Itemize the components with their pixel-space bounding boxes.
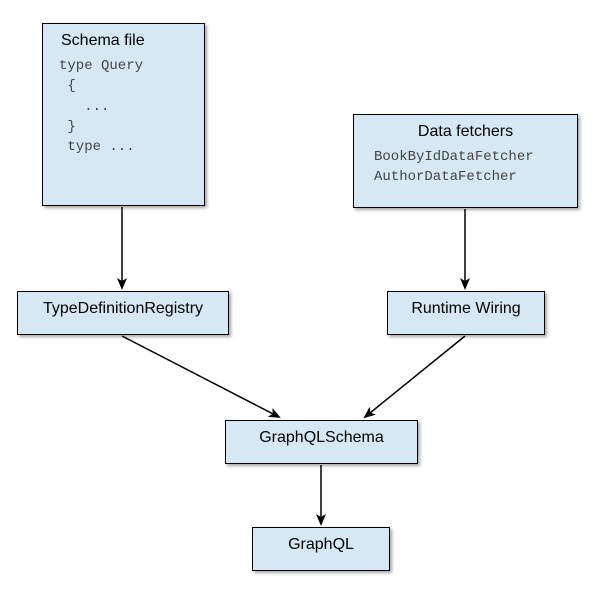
runtime-wiring-title: Runtime Wiring <box>388 292 544 324</box>
graphql-box: GraphQL <box>252 527 390 571</box>
schema-file-title: Schema file <box>43 24 204 56</box>
type-definition-registry-box: TypeDefinitionRegistry <box>17 291 229 335</box>
data-fetchers-box: Data fetchers BookByIdDataFetcher Author… <box>353 114 578 208</box>
schema-file-code: type Query { ... } type ... <box>43 56 204 167</box>
graphql-schema-title: GraphQLSchema <box>226 421 417 453</box>
graphql-schema-box: GraphQLSchema <box>225 420 418 464</box>
type-definition-registry-title: TypeDefinitionRegistry <box>18 292 228 324</box>
edge-wiring-to-schema <box>365 336 465 417</box>
schema-file-box: Schema file type Query { ... } type ... <box>42 23 205 206</box>
runtime-wiring-box: Runtime Wiring <box>387 291 545 335</box>
data-fetchers-title: Data fetchers <box>354 115 577 147</box>
data-fetchers-code: BookByIdDataFetcher AuthorDataFetcher <box>354 147 577 198</box>
graphql-title: GraphQL <box>253 528 389 560</box>
edge-registry-to-schema <box>122 336 279 417</box>
